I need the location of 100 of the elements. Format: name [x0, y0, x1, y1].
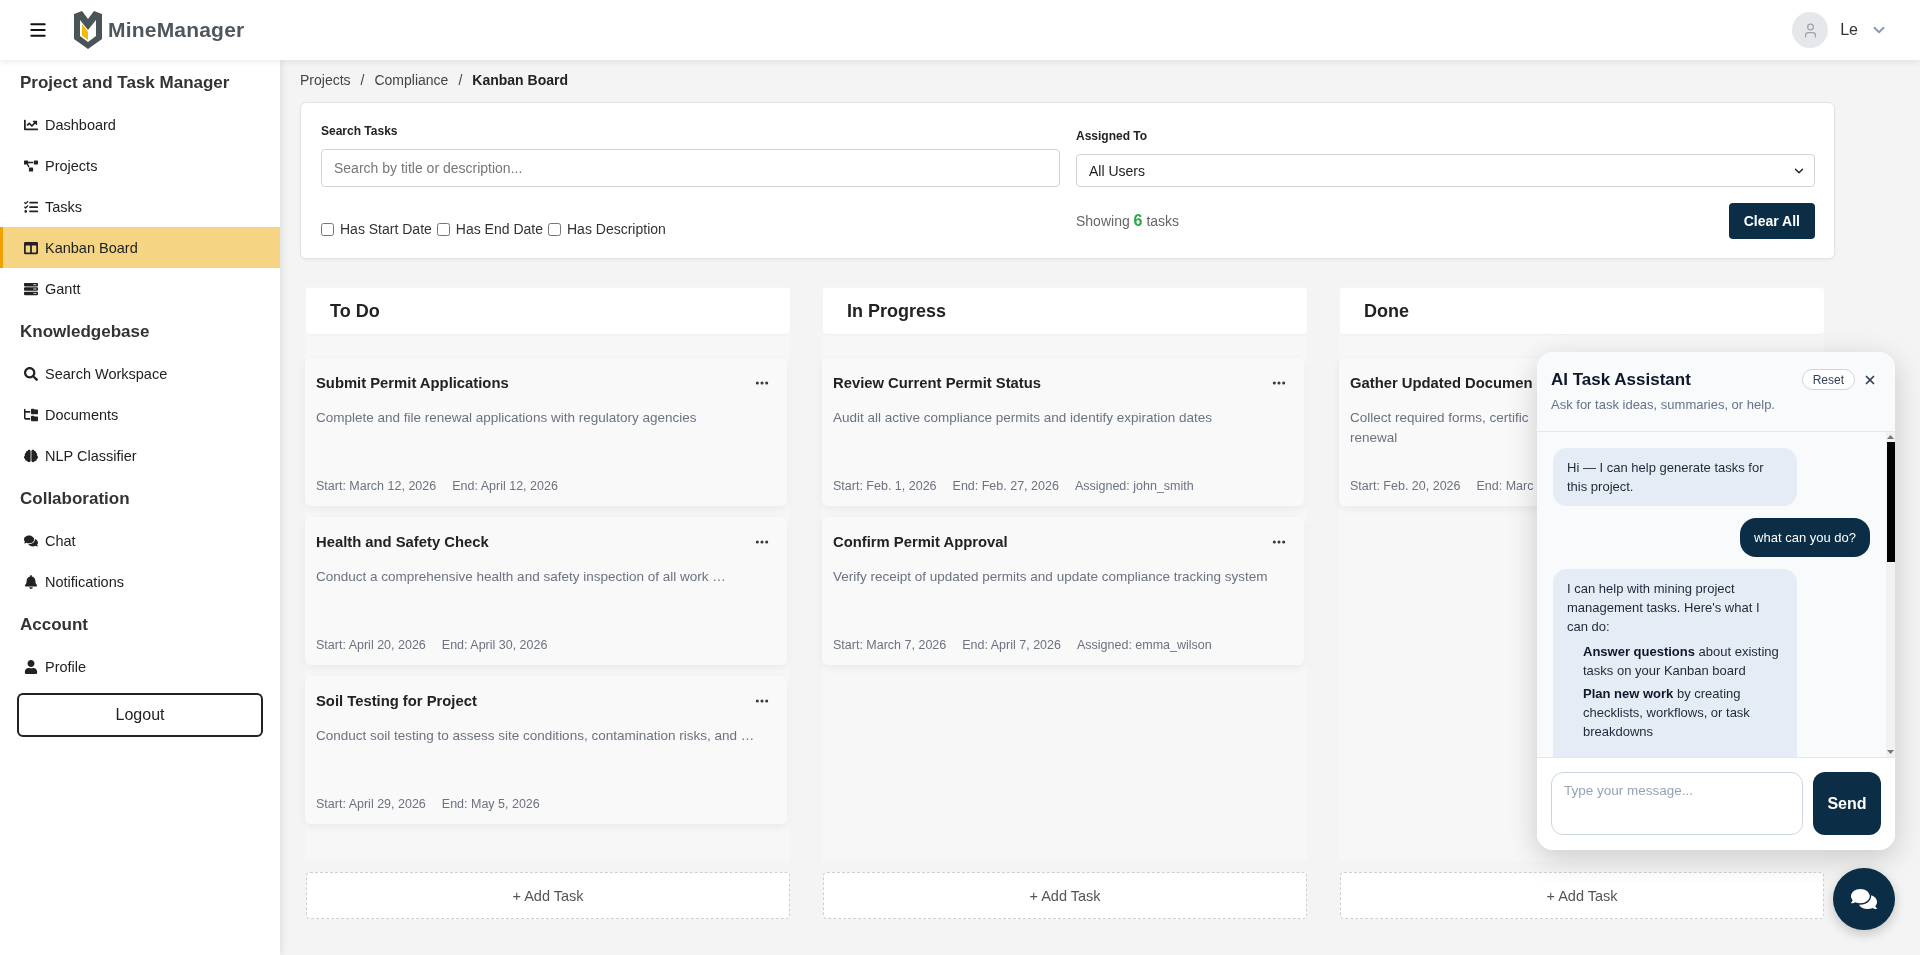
task-meta: End: Marc: [1476, 478, 1534, 495]
column-header: In Progress: [823, 288, 1307, 334]
breadcrumb-link[interactable]: Projects: [300, 71, 351, 89]
search-field[interactable]: Search by title or description...: [321, 149, 1060, 187]
breadcrumb-current: Kanban Board: [472, 71, 568, 89]
task-meta: Assigned: emma_wilson: [1076, 637, 1212, 654]
field-label: Search Tasks: [321, 124, 398, 139]
task-meta: End: April 12, 2026: [452, 478, 558, 495]
task-card[interactable]: Confirm Permit Approval Verify receipt of updated permits and update compliance tracking system Start: March 7, 2026 End: April 7, 2026 Assigned: emma_wilson: [822, 517, 1304, 665]
search-icon: [24, 366, 38, 381]
chat-bubble: Hi — I can help generate tasks for this project.: [1553, 448, 1797, 506]
sidebar-item[interactable]: Profile: [0, 646, 280, 687]
task-description: Complete and file renewal applications with regulatory agencies: [316, 409, 697, 427]
task-title: Health and Safety Check: [316, 534, 489, 550]
clear-all-button[interactable]: Clear All: [1728, 203, 1815, 239]
logo-icon: [73, 10, 103, 50]
task-description: Conduct soil testing to assess site conditions, contamination risks, and …: [316, 727, 755, 745]
checklist-icon: [24, 199, 38, 214]
message-list-item: Plan new work by creating checklists, workflows, or task breakdowns: [1583, 685, 1751, 741]
breadcrumb-separator: /: [458, 71, 463, 89]
breadcrumb-link[interactable]: Compliance: [374, 71, 449, 89]
sidebar-item[interactable]: Notifications: [0, 561, 280, 602]
user-name[interactable]: Le: [1840, 21, 1858, 39]
sidebar-item[interactable]: Dashboard: [0, 104, 280, 145]
task-meta: End: April 30, 2026: [441, 637, 548, 654]
checkbox[interactable]: [548, 222, 561, 236]
assigned-to-select[interactable]: All Users: [1076, 154, 1815, 187]
task-card[interactable]: Review Current Permit Status Audit all active compliance permits and identify expiration dates Start: Feb. 1, 2026 End: Feb. 27, 2026 Assigned: john_smith: [822, 358, 1304, 506]
task-card[interactable]: Soil Testing for Project Conduct soil testing to assess site conditions, contamination risks, and … Start: April 29, 2026 End: May 5, 2026: [305, 676, 787, 824]
task-card[interactable]: Submit Permit Applications Complete and file renewal applications with regulatory agencies Start: March 12, 2026 End: April 12, 2026: [305, 358, 787, 506]
task-title: Soil Testing for Project: [316, 693, 477, 709]
stacked-bars-icon: [24, 281, 38, 296]
task-meta: Start: April 20, 2026: [316, 637, 426, 654]
checkbox-label[interactable]: Has End Date: [455, 221, 543, 237]
chart-line-icon: [24, 117, 38, 132]
logout-button[interactable]: Logout: [17, 693, 263, 737]
task-meta: End: May 5, 2026: [441, 796, 540, 813]
field-label: Assigned To: [1076, 129, 1148, 144]
task-meta: Start: Feb. 1, 2026: [833, 478, 937, 495]
brand-name: MineManager: [108, 18, 245, 42]
reset-button[interactable]: Reset: [1801, 369, 1855, 390]
checkbox[interactable]: [321, 222, 334, 236]
column-header: To Do: [306, 288, 790, 334]
chat-bubbles-icon: [24, 533, 38, 548]
sidebar-section-title: Collaboration: [19, 488, 131, 510]
sidebar-item[interactable]: Gantt: [0, 268, 280, 309]
task-meta: Start: March 12, 2026: [316, 478, 437, 495]
sidebar-section-title: Project and Task Manager: [19, 72, 231, 94]
task-meta: Start: March 7, 2026: [833, 637, 947, 654]
message-input[interactable]: Type your message...: [1551, 772, 1803, 835]
folder-tree-icon: [24, 407, 38, 422]
chat-button[interactable]: [1833, 868, 1895, 930]
task-description: Verify receipt of updated permits and update compliance tracking system: [833, 568, 1268, 586]
task-description: Collect required forms, certific renewal: [1350, 409, 1529, 447]
message-text: I can help with mining project management tasks. Here's what I can do:: [1567, 580, 1761, 636]
add-task-button[interactable]: + Add Task: [823, 872, 1307, 919]
scrollbar-thumb[interactable]: [1886, 442, 1895, 562]
send-button[interactable]: Send: [1813, 772, 1881, 835]
sidebar-item[interactable]: NLP Classifier: [0, 435, 280, 476]
task-title: Confirm Permit Approval: [833, 534, 1008, 550]
task-meta: Start: April 29, 2026: [316, 796, 426, 813]
task-title: Submit Permit Applications: [316, 375, 509, 391]
chat-bubbles-icon: [1851, 886, 1877, 912]
assistant-subtitle: Ask for task ideas, summaries, or help.: [1551, 397, 1775, 413]
sidebar-item[interactable]: Projects: [0, 145, 280, 186]
breadcrumb-separator: /: [360, 71, 365, 89]
sidebar-item[interactable]: Kanban Board: [0, 227, 280, 268]
scroll-down-icon[interactable]: [1887, 750, 1894, 754]
task-meta: Start: Feb. 20, 2026: [1350, 478, 1461, 495]
task-card[interactable]: Health and Safety Check Conduct a comprehensive health and safety inspection of all work … Start: April 20, 2026 End: April 30, 2026: [305, 517, 787, 665]
sidebar-item[interactable]: Chat: [0, 520, 280, 561]
task-meta: End: April 7, 2026: [962, 637, 1061, 654]
column-header: Done: [1340, 288, 1824, 334]
task-title: Gather Updated Documen: [1350, 375, 1533, 391]
task-count-text: Showing 6 tasks: [1076, 212, 1180, 230]
assistant-title: AI Task Assistant: [1551, 369, 1691, 390]
user-icon: [24, 659, 38, 674]
sidebar-item[interactable]: Search Workspace: [0, 353, 280, 394]
checkbox-label[interactable]: Has Description: [567, 221, 666, 237]
user-message-bubble: what can you do?: [1740, 518, 1870, 557]
sidebar-section-title: Knowledgebase: [19, 321, 151, 343]
task-meta: End: Feb. 27, 2026: [952, 478, 1059, 495]
diagram-icon: [24, 158, 38, 173]
task-description: Conduct a comprehensive health and safety inspection of all work …: [316, 568, 726, 586]
checkbox-label[interactable]: Has Start Date: [340, 221, 432, 237]
columns-icon: [24, 240, 38, 255]
sidebar-section-title: Account: [19, 614, 89, 636]
task-meta: Assigned: john_smith: [1074, 478, 1194, 495]
brain-icon: [24, 448, 38, 463]
scroll-up-icon[interactable]: [1887, 435, 1894, 439]
sidebar-item[interactable]: Tasks: [0, 186, 280, 227]
menu-icon[interactable]: [28, 20, 48, 40]
add-task-button[interactable]: + Add Task: [306, 872, 790, 919]
task-title: Review Current Permit Status: [833, 375, 1042, 391]
add-task-button[interactable]: + Add Task: [1340, 872, 1824, 919]
checkbox[interactable]: [436, 222, 450, 236]
bell-icon: [24, 574, 38, 589]
sidebar-item[interactable]: Documents: [0, 394, 280, 435]
task-description: Audit all active compliance permits and identify expiration dates: [833, 409, 1212, 427]
scrollbar-track[interactable]: [1886, 432, 1895, 757]
